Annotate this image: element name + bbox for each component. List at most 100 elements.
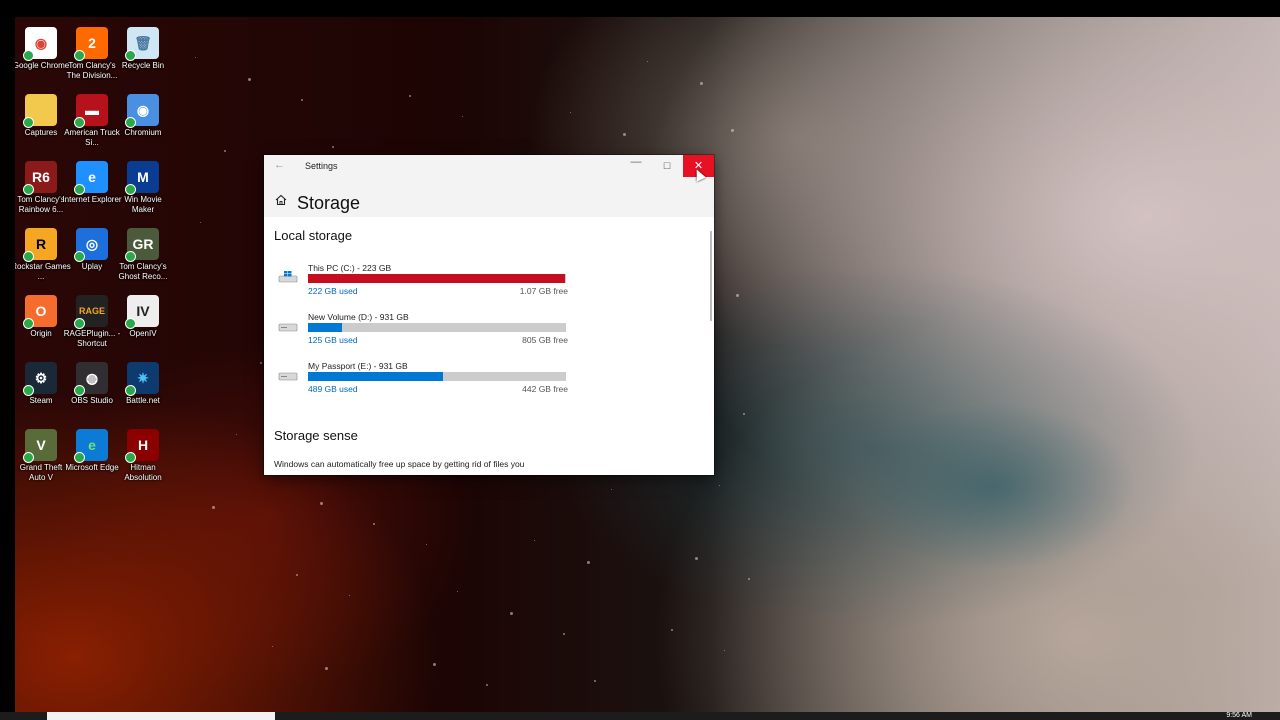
wallpaper-speck: [534, 540, 535, 541]
wallpaper-speck: [594, 680, 596, 682]
sync-check-icon: [74, 318, 85, 329]
wallpaper-speck: [426, 544, 427, 545]
drive-name: My Passport (E:) - 931 GB: [308, 361, 408, 371]
drive-icon: [278, 323, 298, 332]
desktop-shortcut[interactable]: IV OpenIV: [117, 295, 169, 339]
wallpaper-speck: [462, 116, 463, 117]
sync-check-icon: [125, 385, 136, 396]
sync-check-icon: [74, 184, 85, 195]
wallpaper-speck: [671, 629, 673, 631]
rockstar-icon: R: [23, 228, 57, 262]
home-icon[interactable]: [275, 194, 287, 206]
scrollbar[interactable]: [710, 231, 712, 321]
drive-row[interactable]: This PC (C:) - 223 GB 222 GB used 1.07 GB …: [278, 263, 568, 303]
wallpaper-speck: [248, 78, 251, 81]
desktop-shortcut[interactable]: ▬ American Truck Si...: [64, 94, 120, 148]
wallpaper-speck: [587, 561, 590, 564]
sync-check-icon: [125, 251, 136, 262]
recycle-bin-icon: 🗑: [125, 27, 159, 61]
wallpaper-speck: [623, 133, 626, 136]
ghost-recon-icon: GR: [125, 228, 159, 262]
origin-icon: O: [23, 295, 57, 329]
sync-check-icon: [125, 318, 136, 329]
desktop-shortcut[interactable]: V Grand Theft Auto V: [15, 429, 67, 483]
gta-v-icon: V: [23, 429, 57, 463]
sync-check-icon: [125, 184, 136, 195]
sync-check-icon: [74, 251, 85, 262]
wallpaper-speck: [325, 667, 328, 670]
windows-drive-icon: [278, 271, 298, 283]
desktop-shortcut[interactable]: 🗑 Recycle Bin: [117, 27, 169, 71]
page-title: Storage: [297, 193, 361, 213]
sync-check-icon: [23, 117, 34, 128]
chrome-icon: ◉: [23, 27, 57, 61]
storage-sense-description: Windows can automatically free up space …: [274, 459, 525, 469]
wallpaper-speck: [700, 82, 703, 85]
desktop-shortcut[interactable]: M Win Movie Maker: [117, 161, 169, 215]
wallpaper-speck: [570, 112, 571, 113]
desktop-shortcut[interactable]: GR Tom Clancy's Ghost Reco...: [117, 228, 169, 282]
local-storage-heading: Local storage: [274, 228, 353, 243]
hitman-icon: H: [125, 429, 159, 463]
window-titlebar[interactable]: ← Settings — ☐ ✕: [264, 155, 714, 177]
sync-check-icon: [125, 117, 136, 128]
sync-check-icon: [125, 50, 136, 61]
wallpaper-speck: [349, 595, 350, 596]
minimize-icon[interactable]: —: [624, 156, 648, 176]
folder-icon: [23, 94, 57, 128]
wallpaper-speck: [301, 99, 303, 101]
wallpaper-speck: [320, 502, 323, 505]
drive-free-label: 442 GB free: [522, 384, 568, 394]
wallpaper-speck: [731, 129, 734, 132]
wallpaper-speck: [510, 612, 513, 615]
desktop-shortcut[interactable]: Captures: [15, 94, 67, 138]
drive-row[interactable]: My Passport (E:) - 931 GB 489 GB used 442 …: [278, 361, 568, 401]
wallpaper-speck: [296, 574, 298, 576]
desktop-shortcut[interactable]: 2 Tom Clancy's The Division...: [66, 27, 118, 81]
desktop-shortcut[interactable]: ◉ Google Chrome: [15, 27, 69, 71]
drive-row[interactable]: New Volume (D:) - 931 GB 125 GB used 805 G…: [278, 312, 568, 352]
wallpaper-speck: [224, 150, 226, 152]
wallpaper-speck: [647, 61, 648, 62]
desktop-shortcut[interactable]: RAGE RAGEPlugin... - Shortcut: [64, 295, 120, 349]
desktop-shortcut[interactable]: R Rockstar Games ...: [15, 228, 71, 282]
drive-free-label: 805 GB free: [522, 335, 568, 345]
uplay-icon: ◎: [74, 228, 108, 262]
taskbar-clock: 9:56 AM: [1226, 712, 1252, 719]
wallpaper-speck: [695, 557, 698, 560]
window-title: Settings: [305, 161, 338, 171]
drive-icon: [278, 372, 298, 381]
desktop-shortcut[interactable]: ⚙ Steam: [15, 362, 67, 406]
back-arrow-icon[interactable]: ←: [274, 159, 285, 171]
desktop-shortcut[interactable]: R6 Tom Clancy's Rainbow 6...: [15, 161, 67, 215]
openiv-icon: IV: [125, 295, 159, 329]
wallpaper-speck: [748, 578, 750, 580]
desktop-shortcut[interactable]: e Internet Explorer: [62, 161, 122, 205]
taskbar-search-box[interactable]: [47, 712, 275, 720]
desktop-shortcut[interactable]: H Hitman Absolution: [117, 429, 169, 483]
desktop-shortcut[interactable]: e Microsoft Edge: [65, 429, 119, 473]
chromium-icon: ◉: [125, 94, 159, 128]
american-truck-icon: ▬: [74, 94, 108, 128]
drive-usage-fill: [308, 323, 342, 332]
wallpaper-speck: [486, 684, 488, 686]
wallpaper-speck: [433, 663, 436, 666]
desktop-shortcut[interactable]: ◍ OBS Studio: [66, 362, 118, 406]
division-2-icon: 2: [74, 27, 108, 61]
desktop-shortcut-label: OpenIV: [129, 329, 157, 338]
sync-check-icon: [74, 452, 85, 463]
desktop-shortcut[interactable]: ◉ Chromium: [117, 94, 169, 138]
sync-check-icon: [23, 50, 34, 61]
maximize-icon[interactable]: ☐: [655, 156, 679, 176]
storage-sense-heading: Storage sense: [274, 428, 358, 443]
desktop-shortcut[interactable]: O Origin: [15, 295, 67, 339]
wallpaper-speck: [200, 222, 201, 223]
desktop-shortcut-label: Hitman Absolution: [124, 463, 162, 482]
wallpaper-speck: [236, 434, 237, 435]
letterbox-top: [0, 0, 1280, 17]
wallpaper-speck: [457, 591, 458, 592]
desktop-shortcut[interactable]: ◎ Uplay: [66, 228, 118, 272]
sync-check-icon: [125, 452, 136, 463]
desktop-shortcut-label: Win Movie Maker: [124, 195, 162, 214]
desktop-shortcut[interactable]: ✷ Battle.net: [117, 362, 169, 406]
